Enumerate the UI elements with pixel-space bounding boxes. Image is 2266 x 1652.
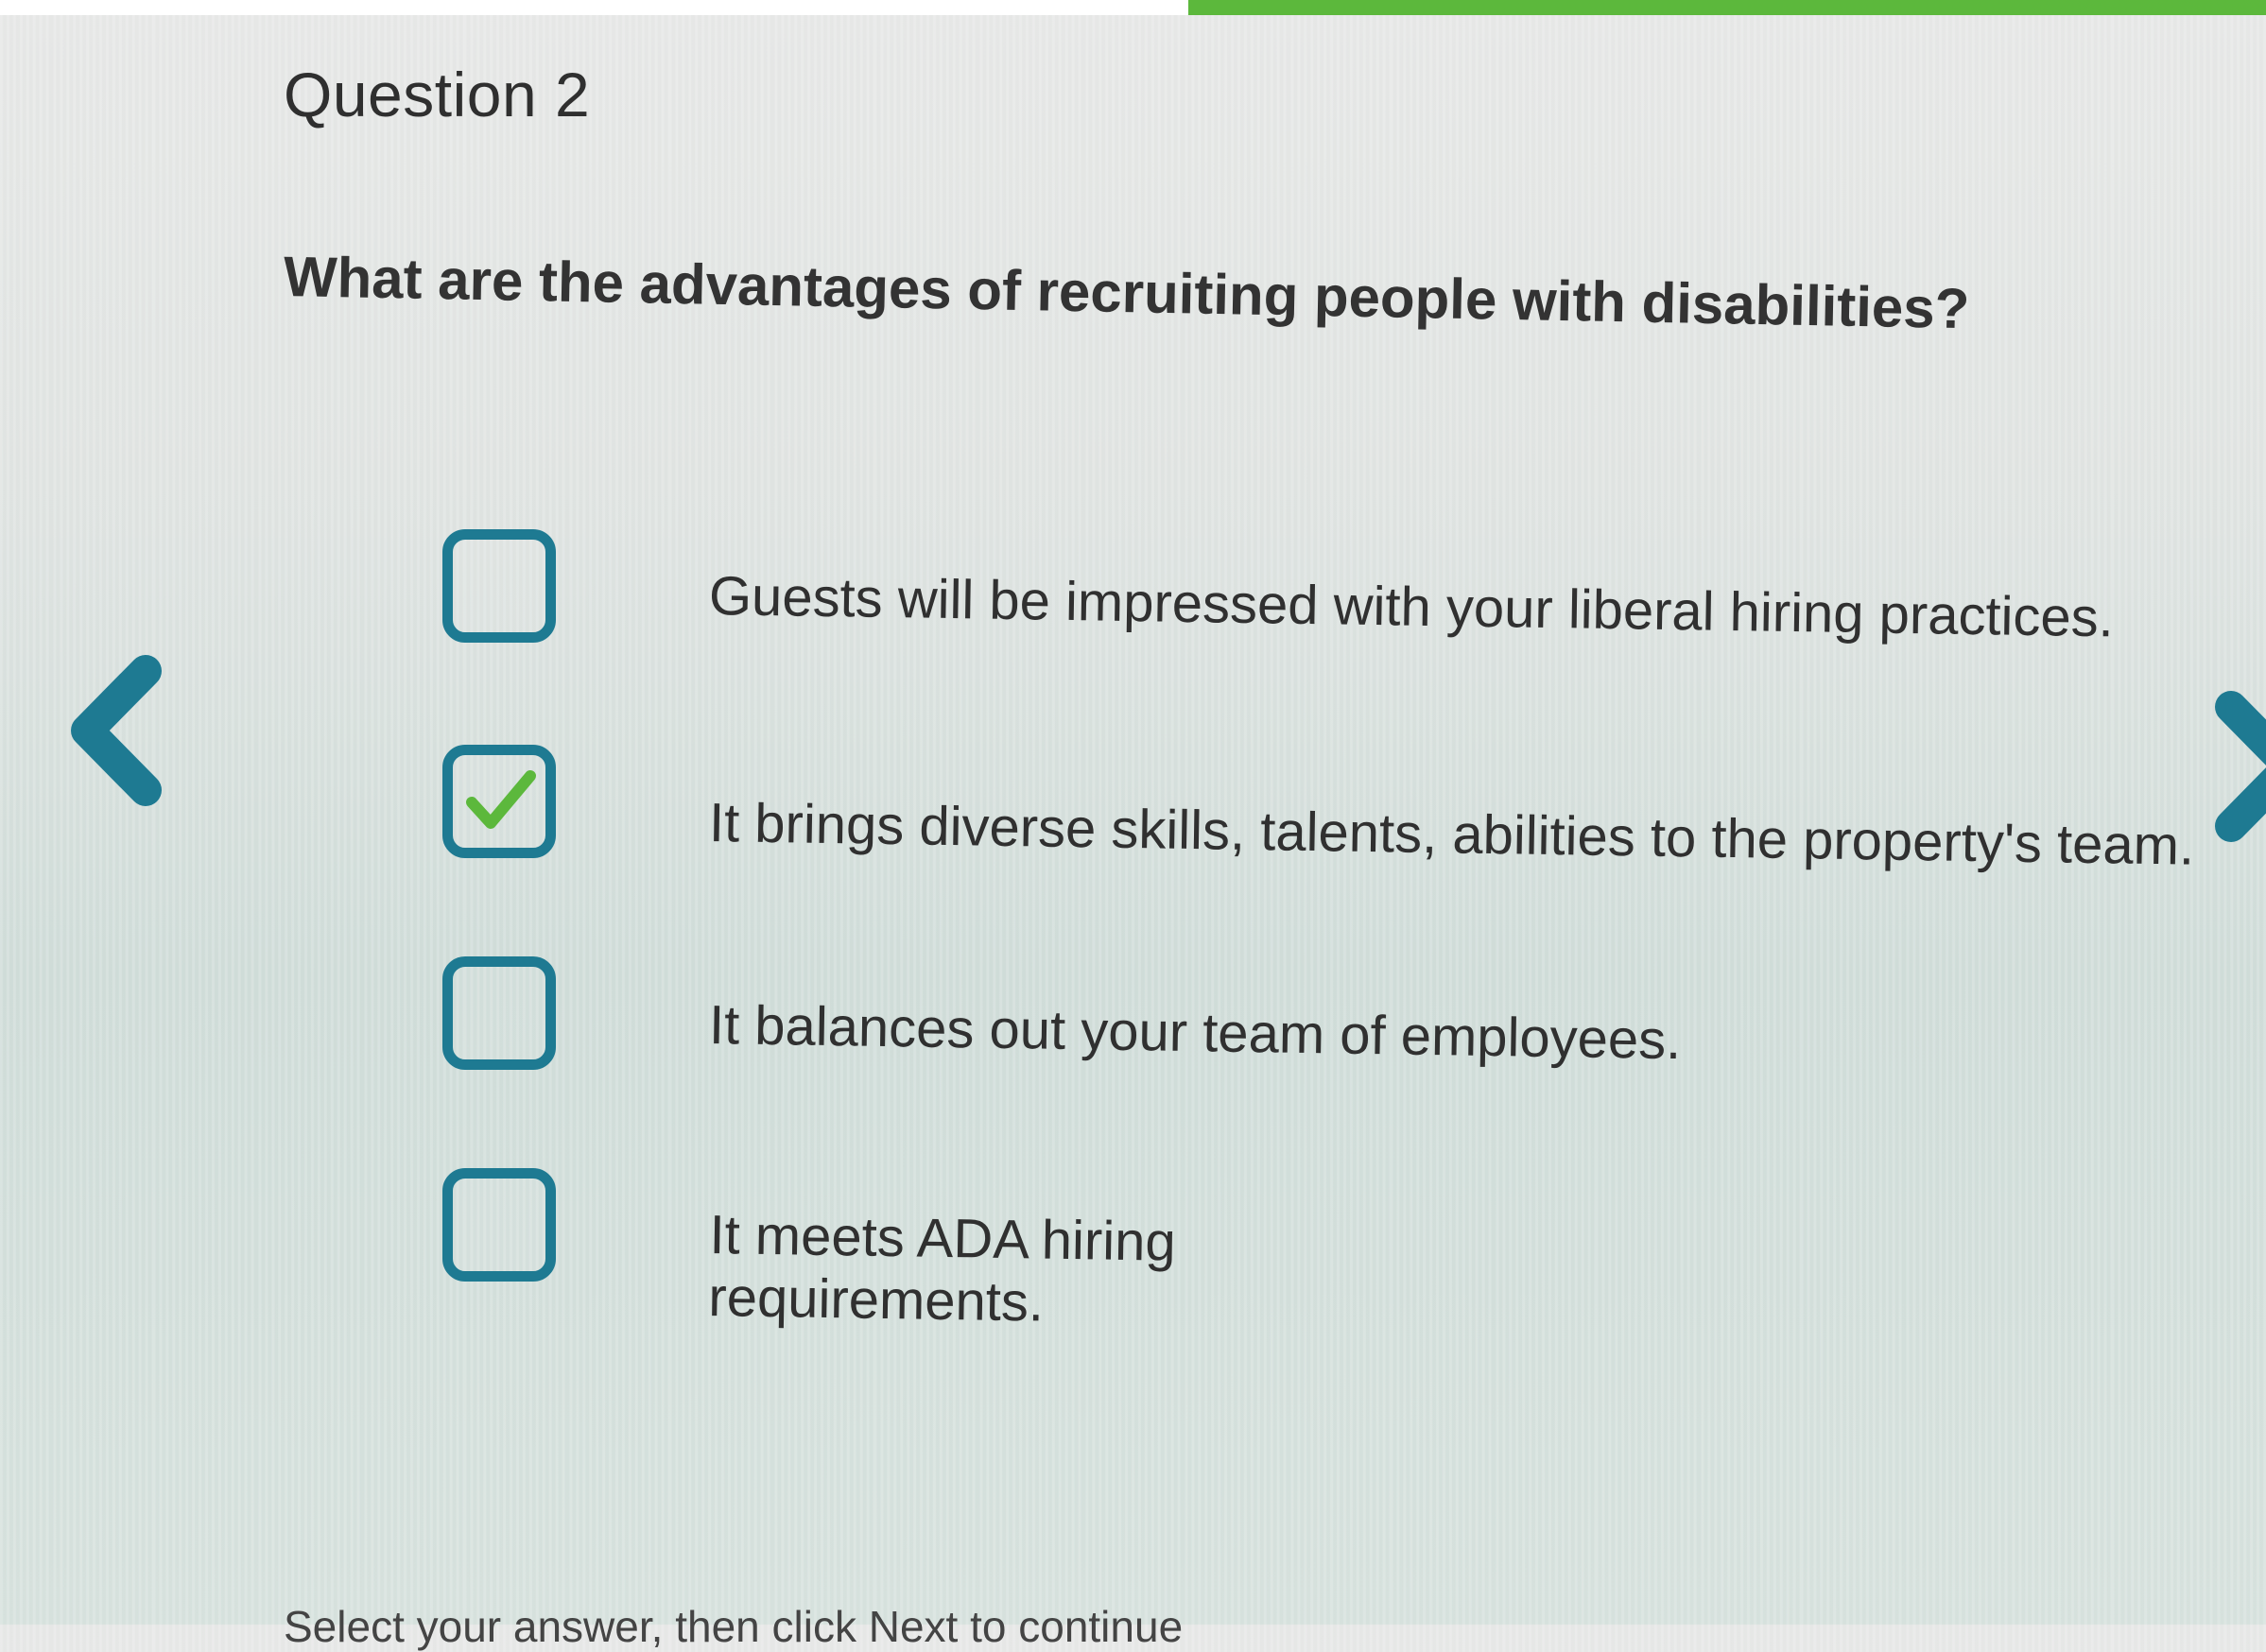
answer-option-2[interactable]: It brings diverse skills, talents, abili… [442, 745, 2195, 877]
chevron-left-icon [71, 655, 162, 806]
answer-option-label: It meets ADA hiring requirements. [707, 1204, 1177, 1334]
next-button[interactable] [2212, 686, 2266, 847]
answer-option-3[interactable]: It balances out your team of employees. [442, 956, 1682, 1072]
progress-bar-fill [1188, 0, 2266, 15]
checkbox-checked[interactable] [442, 745, 556, 858]
answer-option-label: It balances out your team of employees. [708, 994, 1682, 1072]
chevron-right-icon [2215, 691, 2266, 842]
previous-button[interactable] [59, 650, 172, 811]
progress-bar [0, 0, 2266, 15]
answer-option-4[interactable]: It meets ADA hiring requirements. [442, 1168, 1201, 1334]
answer-option-1[interactable]: Guests will be impressed with your liber… [442, 529, 2114, 648]
checkbox-unchecked[interactable] [442, 956, 556, 1070]
answer-option-label: Guests will be impressed with your liber… [708, 565, 2115, 649]
instruction-text: Select your answer, then click Next to c… [284, 1602, 1184, 1651]
checkbox-unchecked[interactable] [442, 1168, 556, 1282]
question-text: What are the advantages of recruiting pe… [283, 245, 1970, 341]
checkmark-icon [466, 770, 536, 829]
checkbox-unchecked[interactable] [442, 529, 556, 643]
question-number: Question 2 [284, 60, 591, 129]
answer-option-label: It brings diverse skills, talents, abili… [708, 792, 2195, 877]
